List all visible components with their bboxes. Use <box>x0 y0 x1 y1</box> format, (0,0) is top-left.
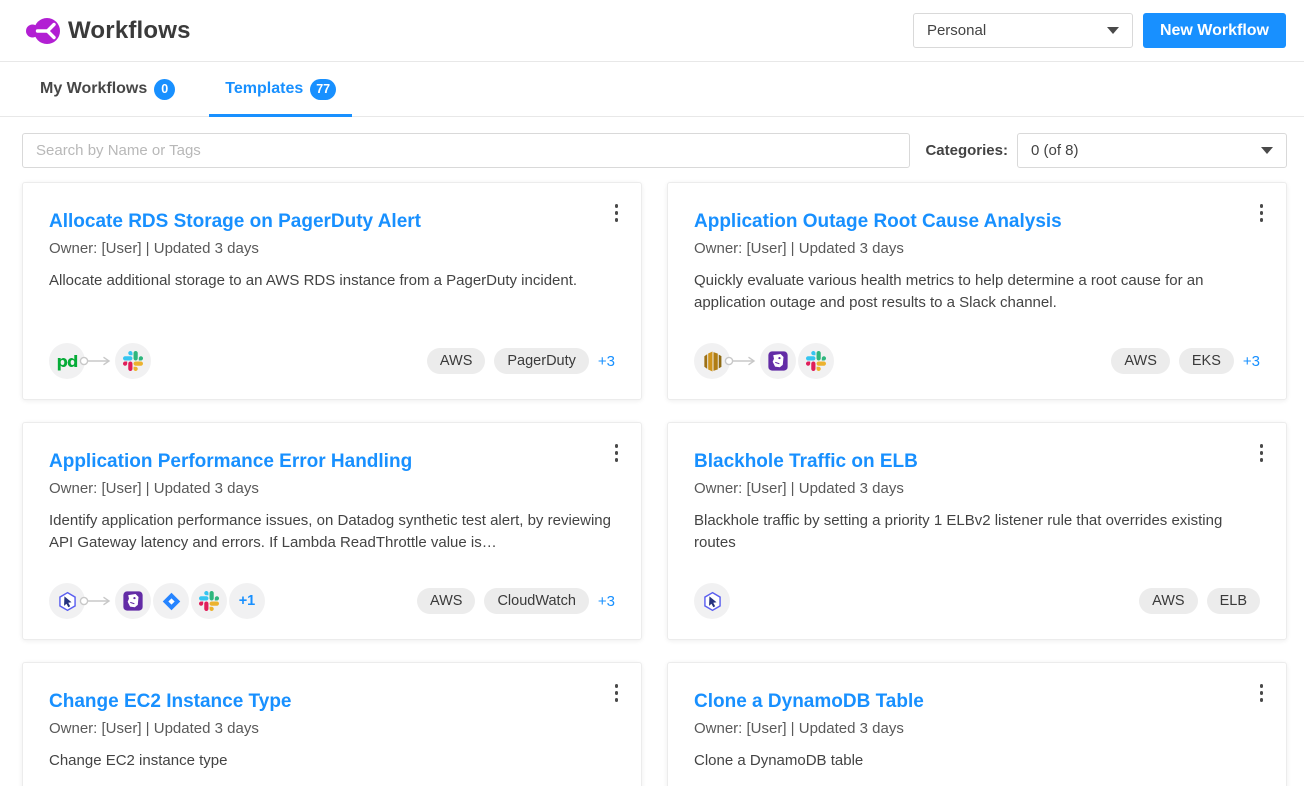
workflow-meta: Owner: [User] | Updated 3 days <box>694 720 1260 737</box>
page-title: Workflows <box>68 17 191 45</box>
tag-list: AWS CloudWatch +3 <box>417 588 615 614</box>
workflow-description: Identify application performance issues,… <box>49 510 615 554</box>
integration-icons <box>694 583 732 619</box>
tab-count-badge: 0 <box>154 79 175 100</box>
card-footer: pd AWS PagerDuty +3 <box>49 343 615 379</box>
workflow-description: Quickly evaluate various health metrics … <box>694 270 1260 314</box>
filter-bar: Categories: 0 (of 8) <box>22 133 1287 168</box>
more-options-button[interactable] <box>1257 681 1267 705</box>
tag-pill: PagerDuty <box>494 348 589 374</box>
tag-pill: AWS <box>1139 588 1198 614</box>
workflow-card: Allocate RDS Storage on PagerDuty Alert O… <box>22 182 642 400</box>
workflow-description: Blackhole traffic by setting a priority … <box>694 510 1260 554</box>
workflow-card: Blackhole Traffic on ELB Owner: [User] | … <box>667 422 1287 640</box>
tag-pill: AWS <box>1111 348 1170 374</box>
tag-pill: EKS <box>1179 348 1234 374</box>
workflow-card: Application Performance Error Handling Ow… <box>22 422 642 640</box>
tab-my-workflows[interactable]: My Workflows 0 <box>24 62 191 116</box>
integration-icons: pd <box>49 343 153 379</box>
more-options-button[interactable] <box>1257 441 1267 465</box>
tab-bar: My Workflows 0 Templates 77 <box>0 62 1304 117</box>
tag-pill: AWS <box>417 588 476 614</box>
workflow-title-link[interactable]: Change EC2 Instance Type <box>49 691 589 713</box>
tag-pill: ELB <box>1207 588 1260 614</box>
datadog-icon <box>115 583 151 619</box>
workflow-meta: Owner: [User] | Updated 3 days <box>49 720 615 737</box>
tab-templates[interactable]: Templates 77 <box>209 62 352 116</box>
tab-label: My Workflows <box>40 80 147 98</box>
workflow-title-link[interactable]: Application Performance Error Handling <box>49 451 589 473</box>
workflow-description: Allocate additional storage to an AWS RD… <box>49 270 615 292</box>
flow-arrow-icon <box>79 594 113 608</box>
more-tags-link[interactable]: +3 <box>598 593 615 610</box>
workspace-selector-value: Personal <box>927 22 986 39</box>
app-logo-icon <box>24 13 62 49</box>
more-integrations-badge[interactable]: +1 <box>229 583 265 619</box>
card-footer: AWS ELB <box>694 583 1260 619</box>
workflow-title-link[interactable]: Clone a DynamoDB Table <box>694 691 1234 713</box>
categories-selector-value: 0 (of 8) <box>1031 142 1079 159</box>
workflow-description: Change EC2 instance type <box>49 750 615 772</box>
workflow-meta: Owner: [User] | Updated 3 days <box>694 240 1260 257</box>
hexagon-cursor-icon <box>694 583 730 619</box>
tag-list: AWS PagerDuty +3 <box>427 348 615 374</box>
new-workflow-button[interactable]: New Workflow <box>1143 13 1286 48</box>
card-footer: +1 AWS CloudWatch +3 <box>49 583 615 619</box>
workflow-meta: Owner: [User] | Updated 3 days <box>49 240 615 257</box>
workflow-description: Clone a DynamoDB table <box>694 750 1260 772</box>
categories-selector[interactable]: 0 (of 8) <box>1017 133 1287 168</box>
integration-icons <box>694 343 836 379</box>
card-footer: AWS EKS +3 <box>694 343 1260 379</box>
slack-icon <box>191 583 227 619</box>
slack-icon <box>798 343 834 379</box>
categories-label: Categories: <box>925 142 1008 159</box>
app-header: Workflows Personal New Workflow <box>0 0 1304 62</box>
integration-icons: +1 <box>49 583 267 619</box>
workflow-card: Clone a DynamoDB Table Owner: [User] | Up… <box>667 662 1287 786</box>
more-options-button[interactable] <box>1257 201 1267 225</box>
flow-arrow-icon <box>79 354 113 368</box>
more-options-button[interactable] <box>612 441 622 465</box>
workflow-card: Application Outage Root Cause Analysis Ow… <box>667 182 1287 400</box>
workflow-title-link[interactable]: Application Outage Root Cause Analysis <box>694 211 1234 233</box>
slack-icon <box>115 343 151 379</box>
datadog-icon <box>760 343 796 379</box>
workflow-card-grid: Allocate RDS Storage on PagerDuty Alert O… <box>22 182 1287 786</box>
more-tags-link[interactable]: +3 <box>598 353 615 370</box>
flow-arrow-icon <box>724 354 758 368</box>
chevron-down-icon <box>1261 147 1273 154</box>
more-options-button[interactable] <box>612 201 622 225</box>
more-options-button[interactable] <box>612 681 622 705</box>
jira-icon <box>153 583 189 619</box>
workflow-title-link[interactable]: Allocate RDS Storage on PagerDuty Alert <box>49 211 589 233</box>
chevron-down-icon <box>1107 27 1119 34</box>
workspace-selector[interactable]: Personal <box>913 13 1133 48</box>
more-tags-link[interactable]: +3 <box>1243 353 1260 370</box>
workflow-title-link[interactable]: Blackhole Traffic on ELB <box>694 451 1234 473</box>
tag-pill: CloudWatch <box>484 588 588 614</box>
workflow-card: Change EC2 Instance Type Owner: [User] | … <box>22 662 642 786</box>
tag-list: AWS EKS +3 <box>1111 348 1260 374</box>
tag-pill: AWS <box>427 348 486 374</box>
workflow-meta: Owner: [User] | Updated 3 days <box>49 480 615 497</box>
workflow-meta: Owner: [User] | Updated 3 days <box>694 480 1260 497</box>
tab-label: Templates <box>225 80 303 98</box>
search-input[interactable] <box>22 133 910 168</box>
tag-list: AWS ELB <box>1139 588 1260 614</box>
tab-count-badge: 77 <box>310 79 336 100</box>
